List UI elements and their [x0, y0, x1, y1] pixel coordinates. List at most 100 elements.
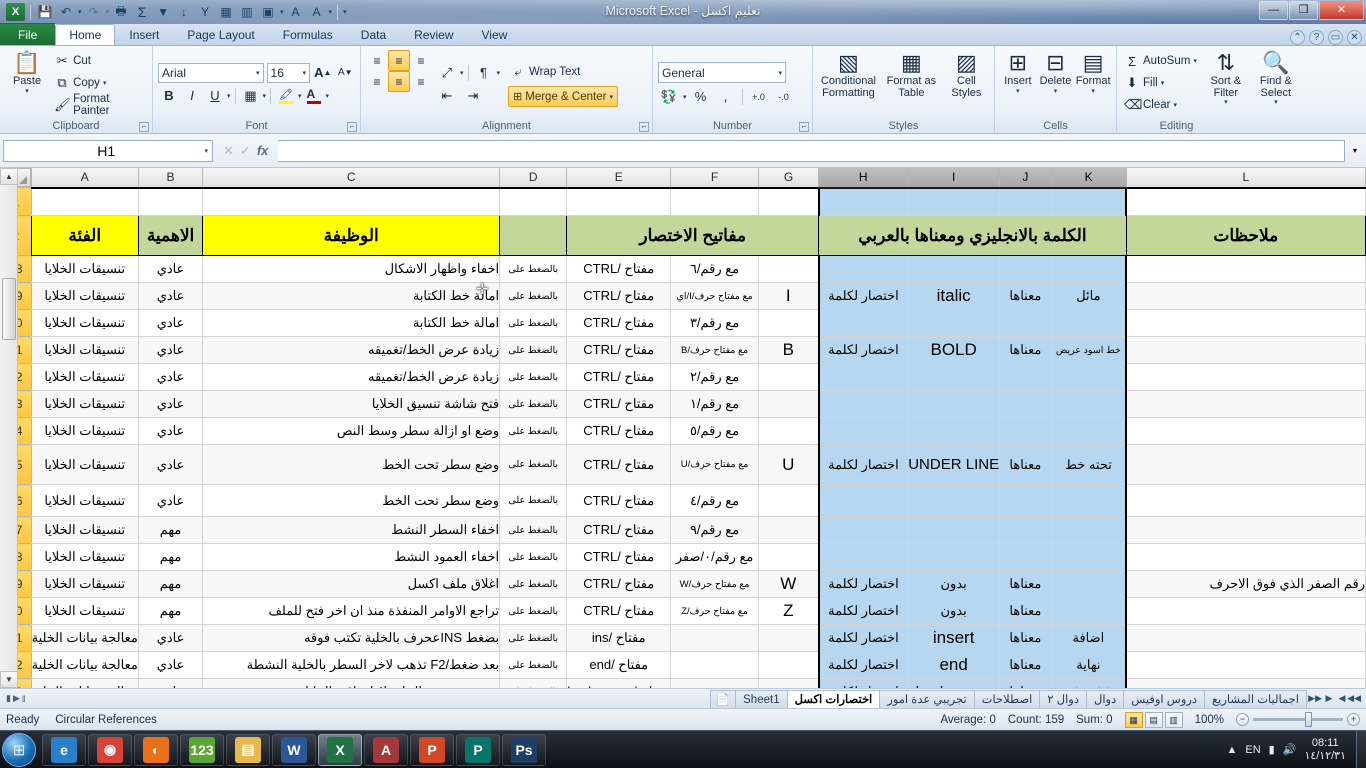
windows-taskbar[interactable]: ⊞ e ◉ ◐ 123 ▤ W X A P P Ps ▲ EN ▮ 🔊 08:11 ١٤/١٢/٣١	[0, 730, 1366, 768]
cell-I42[interactable]: end	[907, 651, 1001, 679]
cell-K29[interactable]: مائل	[1051, 282, 1128, 310]
cell-E32[interactable]: مفتاح /CTRL	[566, 363, 672, 391]
cell-D1[interactable]	[499, 186, 568, 216]
cell-I39[interactable]: بدون	[907, 570, 1001, 598]
column-header-I[interactable]: I	[907, 168, 1001, 189]
tray-show-hidden-icon[interactable]: ▲	[1227, 744, 1238, 756]
zoom-thumb[interactable]	[1305, 712, 1312, 727]
table-row[interactable]: مع رقم/٦ مفتاح /CTRL بالضغط على اخفاء واظها…	[0, 255, 1366, 283]
table-row[interactable]: مع رقم/٥ مفتاح /CTRL بالضغط على وضع او ازال…	[0, 417, 1366, 445]
cell-A32[interactable]: تنسيقات الخلايا	[31, 363, 139, 391]
cell-K36[interactable]	[1051, 484, 1128, 517]
sheet-tab-bar[interactable]: ◀◀ ◀ ▶ ▶▶ اجماليات المشاريع دروس اوفيس دوا…	[0, 688, 1366, 708]
cell-A43[interactable]: معالجة بيانات الخلية	[31, 678, 139, 688]
minimize-button[interactable]: —	[1259, 1, 1288, 20]
taskbar-windows-explorer[interactable]: ▤	[226, 733, 270, 766]
column-header-E[interactable]: E	[566, 168, 672, 188]
delete-dropdown-icon[interactable]: ▾	[1054, 88, 1058, 95]
align-right-button[interactable]: ≡	[410, 71, 432, 92]
cell-B39[interactable]: مهم	[138, 570, 204, 598]
vertical-scrollbar[interactable]: ▲ ▼	[0, 168, 18, 688]
table-row[interactable]: تحته خط معناها UNDER LINE اختصار لكلمة U مع م…	[0, 444, 1366, 485]
cell-F34[interactable]: مع رقم/٥	[670, 417, 759, 445]
cell-J35[interactable]: معناها	[999, 444, 1052, 485]
grow-font-button[interactable]: A ▲	[313, 62, 333, 83]
cell-C36[interactable]: وضع سطر تحت الخط	[202, 484, 501, 517]
cell-C43[interactable]: تذهب بمؤشر بالخلية لاول باقي البيانات	[202, 678, 501, 688]
cell-E1[interactable]	[566, 186, 672, 216]
cell-B36[interactable]: عادي	[138, 484, 204, 517]
cell-L41[interactable]	[1126, 624, 1366, 652]
cell-C30[interactable]: امالة خط الكتابة	[202, 309, 501, 337]
table-row[interactable]: رقم الصفر الذي فوق الاحرف معناها بدون اختصا…	[0, 570, 1366, 598]
cell-L37[interactable]	[1126, 516, 1366, 544]
cell-G29[interactable]: I	[758, 282, 820, 310]
name-box[interactable]: H1 ▾	[3, 139, 213, 162]
page-layout-view-button[interactable]: ▤	[1144, 711, 1163, 728]
cell-J41[interactable]: معناها	[999, 624, 1052, 652]
cell-I31[interactable]: BOLD	[907, 336, 1001, 364]
cell-H32[interactable]	[817, 363, 909, 391]
cell-F42[interactable]	[670, 651, 759, 679]
insert-worksheet-button[interactable]: 📄	[709, 689, 737, 708]
restore-window-icon[interactable]: ▭	[1328, 30, 1343, 45]
cell-D39[interactable]: بالضغط على	[499, 570, 568, 598]
taskbar-internet-explorer[interactable]: e	[42, 733, 86, 766]
header-word-en-ar[interactable]: الكلمة بالانجليزي ومعناها بالعربي	[818, 215, 1127, 256]
cell-J42[interactable]: معناها	[999, 651, 1052, 679]
find-select-dropdown-icon[interactable]: ▾	[1274, 99, 1278, 106]
cell-E28[interactable]: مفتاح /CTRL	[566, 255, 672, 283]
cell-F38[interactable]: مع رقم/٠/صفر	[670, 543, 759, 571]
minimize-ribbon-icon[interactable]: ⌃	[1290, 30, 1305, 45]
page-break-preview-button[interactable]: ▥	[1164, 711, 1183, 728]
cell-H28[interactable]	[817, 255, 909, 283]
table-row[interactable]: معناها بدون اختصار لكلمة Z مع مفتاح حرف/Z مفت…	[0, 597, 1366, 625]
cell-D42[interactable]: بالضغط على	[499, 651, 568, 679]
header-shortcut-keys[interactable]: مفاتيح الاختصار	[566, 215, 820, 256]
sheet-tab-4[interactable]: اصطلاحات	[973, 689, 1041, 708]
cell-K30[interactable]	[1051, 309, 1128, 337]
cell-K35[interactable]: تحته خط	[1051, 444, 1128, 485]
cell-C34[interactable]: وضع او ازالة سطر وسط النص	[202, 417, 501, 445]
cell-H29[interactable]: اختصار لكلمة	[817, 282, 909, 310]
cell-L39[interactable]: رقم الصفر الذي فوق الاحرف	[1126, 570, 1366, 598]
cell-D38[interactable]: بالضغط على	[499, 543, 568, 571]
cell-F32[interactable]: مع رقم/٢	[670, 363, 759, 391]
sheet-tab-6[interactable]: اختصارات اكسل	[786, 689, 881, 708]
cell-C32[interactable]: زيادة عرض الخط/تغميقه	[202, 363, 501, 391]
cell-J37[interactable]	[999, 516, 1052, 544]
cell-J28[interactable]	[999, 255, 1052, 283]
merge-and-center-button[interactable]: ⊞ Merge & Center ▾	[508, 86, 618, 107]
cell-H40[interactable]: اختصار لكلمة	[817, 597, 909, 625]
cell-B32[interactable]: عادي	[138, 363, 204, 391]
taskbar-google-chrome[interactable]: ◉	[88, 733, 132, 766]
cell-H38[interactable]	[817, 543, 909, 571]
paste-button[interactable]: 📋 Paste ▾	[5, 48, 49, 118]
cell-B41[interactable]: عادي	[138, 624, 204, 652]
sheet-tab-3[interactable]: دوال ٢	[1039, 689, 1087, 708]
taskbar-items[interactable]: e ◉ ◐ 123 ▤ W X A P P Ps	[42, 733, 546, 766]
zoom-out-button[interactable]: −	[1236, 713, 1249, 726]
cell-B34[interactable]: عادي	[138, 417, 204, 445]
cell-H39[interactable]: اختصار لكلمة	[817, 570, 909, 598]
vertical-horizontal-align-grid[interactable]: ≡ ≡ ≡ ≡ ≡ ≡	[366, 50, 432, 118]
cell-B28[interactable]: عادي	[138, 255, 204, 283]
insert-function-icon[interactable]: fx	[257, 143, 269, 158]
taskbar-microsoft-word[interactable]: W	[272, 733, 316, 766]
cell-E39[interactable]: مفتاح /CTRL	[566, 570, 672, 598]
tab-review[interactable]: Review	[400, 24, 467, 45]
column-header-row[interactable]: LKJIHGFEDCBA	[1, 168, 1366, 189]
cell-D36[interactable]: بالضغط على	[499, 484, 568, 517]
cell-B37[interactable]: مهم	[138, 516, 204, 544]
tab-view[interactable]: View	[468, 24, 522, 45]
cell-J32[interactable]	[999, 363, 1052, 391]
cell-D29[interactable]: بالضغط على	[499, 282, 568, 310]
cell-L40[interactable]	[1126, 597, 1366, 625]
column-header-B[interactable]: B	[137, 168, 204, 188]
cell-G32[interactable]	[758, 363, 820, 391]
cell-I1[interactable]	[907, 186, 1001, 216]
font-size-dropdown-icon[interactable]: ▾	[302, 69, 306, 77]
sheet-tab-1[interactable]: دروس اوفيس	[1123, 689, 1206, 708]
cell-G43[interactable]	[758, 678, 820, 688]
comma-style-button[interactable]: ,	[715, 86, 737, 107]
